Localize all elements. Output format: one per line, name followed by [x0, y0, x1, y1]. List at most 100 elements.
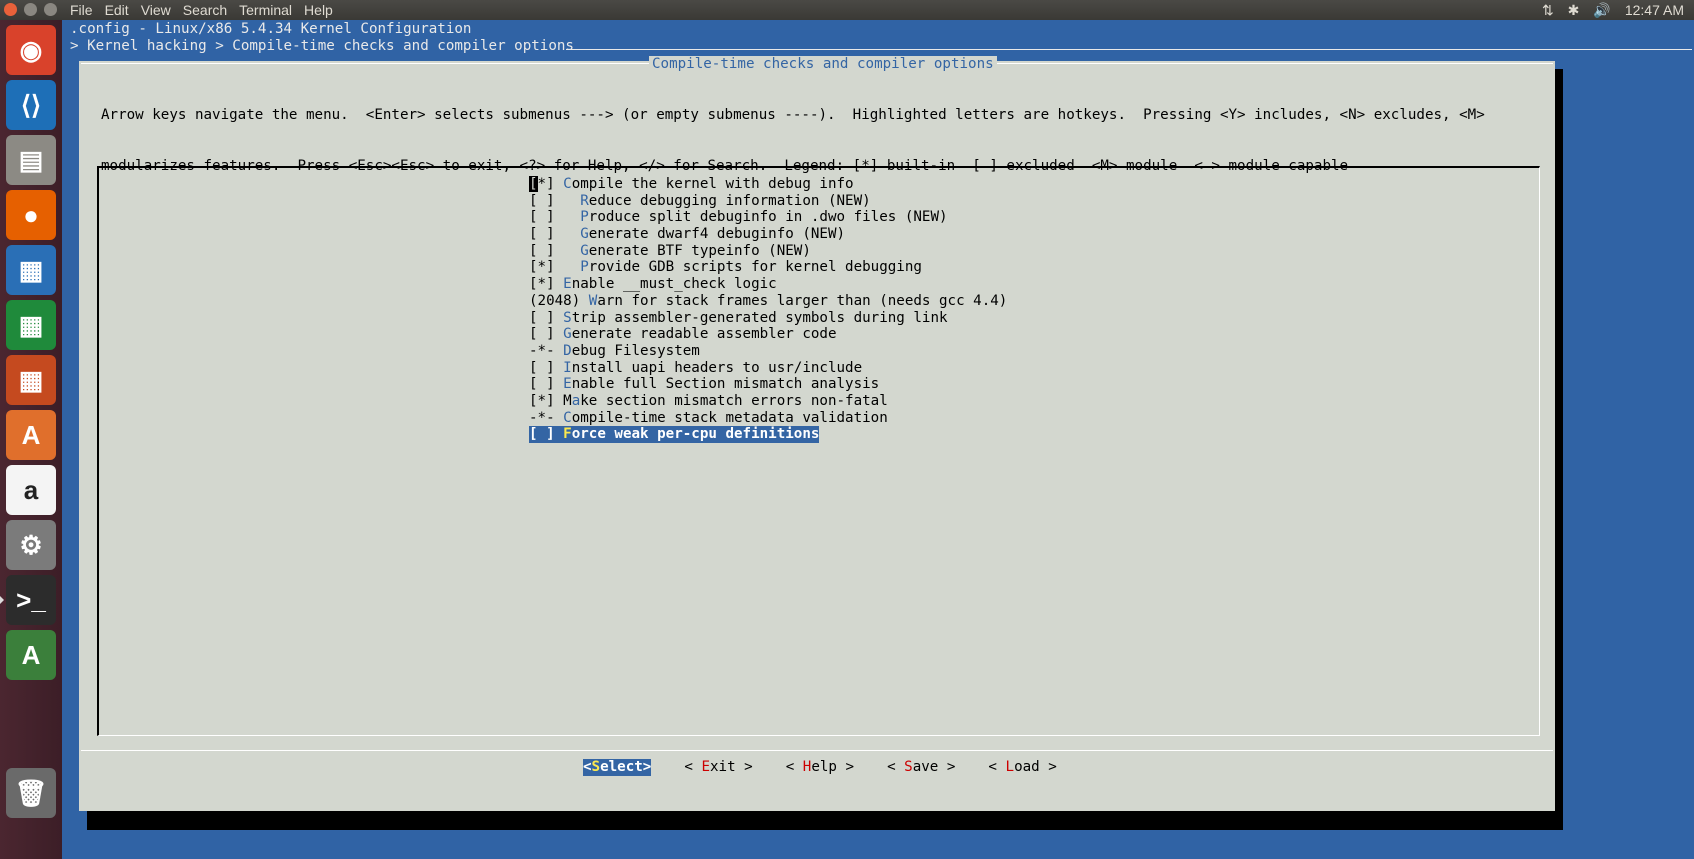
breadcrumb-rule	[566, 49, 1692, 50]
menu-help[interactable]: Help	[304, 1, 333, 19]
button-bracket: <	[887, 759, 905, 775]
option-label: trip assembler-generated symbols during …	[571, 309, 948, 326]
hotkey-letter: S	[591, 759, 601, 775]
menu-terminal[interactable]: Terminal	[239, 1, 292, 19]
option-label: enerate BTF typeinfo (NEW)	[588, 242, 811, 259]
window-close-button[interactable]	[4, 3, 17, 16]
menu-file[interactable]: File	[70, 1, 93, 19]
option-item[interactable]: [ ] Reduce debugging information (NEW)	[529, 193, 1007, 210]
hotkey-letter: E	[563, 376, 572, 393]
writer-icon[interactable]: ▦	[6, 245, 56, 295]
option-state: [ ]	[529, 192, 581, 209]
menu-edit[interactable]: Edit	[105, 1, 129, 19]
option-label: rovide GDB scripts for kernel debugging	[588, 259, 922, 276]
option-state: [ ]	[529, 242, 581, 259]
option-label: enerate readable assembler code	[571, 326, 837, 343]
volume-icon[interactable]: 🔊	[1593, 1, 1610, 19]
option-item[interactable]: [*] Make section mismatch errors non-fat…	[529, 393, 1007, 410]
button-bar: <Select> < Exit > < Help > < Save > < Load >	[583, 759, 1090, 776]
option-item[interactable]: [ ] Generate dwarf4 debuginfo (NEW)	[529, 226, 1007, 243]
text-cursor: [	[529, 176, 538, 192]
option-item[interactable]: [ ] Generate BTF typeinfo (NEW)	[529, 243, 1007, 260]
option-item[interactable]: -*- Debug Filesystem	[529, 343, 1007, 360]
option-state: [ ]	[529, 326, 564, 343]
amazon-icon[interactable]: a	[6, 465, 56, 515]
option-label: nable full Section mismatch analysis	[571, 376, 880, 393]
load-button[interactable]: < Load >	[988, 759, 1056, 776]
hotkey-letter: S	[563, 309, 572, 326]
window-minimize-button[interactable]	[24, 3, 37, 16]
hotkey-letter: G	[580, 242, 589, 259]
option-state: [ ]	[529, 359, 564, 376]
config-title: .config - Linux/x86 5.4.34 Kernel Config…	[70, 21, 472, 37]
option-item[interactable]: [ ] Enable full Section mismatch analysi…	[529, 376, 1007, 393]
option-label: ompile the kernel with debug info	[571, 176, 854, 192]
firefox-icon[interactable]: ●	[6, 190, 56, 240]
hotkey-letter: C	[563, 176, 572, 192]
terminal-icon[interactable]: >_	[6, 575, 56, 625]
option-item[interactable]: [*] Enable __must_check logic	[529, 276, 1007, 293]
button-label: oad >	[1014, 759, 1057, 775]
help-button[interactable]: < Help >	[786, 759, 854, 776]
option-state: [*]	[529, 259, 581, 276]
options-list: [*] Compile the kernel with debug info[ …	[529, 176, 1007, 443]
option-item[interactable]: [*] Compile the kernel with debug info	[529, 176, 1007, 193]
option-label: nable __must_check logic	[571, 276, 777, 293]
top-menu-bar: File Edit View Search Terminal Help ⇅ ✱ …	[0, 0, 1694, 20]
hotkey-letter: E	[701, 759, 710, 775]
option-state: -*-	[529, 409, 564, 426]
button-label: elp >	[811, 759, 855, 775]
impress-icon[interactable]: ▦	[6, 355, 56, 405]
option-item[interactable]: [ ] Produce split debuginfo in .dwo file…	[529, 209, 1007, 226]
menuconfig-dialog: Compile-time checks and compiler options…	[79, 56, 1555, 811]
option-state: -*-	[529, 342, 564, 359]
network-icon[interactable]: ⇅	[1542, 1, 1554, 19]
option-item[interactable]: [ ] Install uapi headers to usr/include	[529, 360, 1007, 377]
hotkey-letter: a	[571, 392, 581, 409]
option-item[interactable]: [*] Provide GDB scripts for kernel debug…	[529, 259, 1007, 276]
dialog-shadow	[1555, 69, 1563, 830]
option-item[interactable]: -*- Compile-time stack metadata validati…	[529, 410, 1007, 427]
system-tray: ⇅ ✱ 🔊 12:47 AM	[1528, 1, 1684, 19]
vscode-icon[interactable]: ⟨⟩	[6, 80, 56, 130]
menu-search[interactable]: Search	[183, 1, 227, 19]
software-updater-icon[interactable]: A	[6, 630, 56, 680]
app-menu: File Edit View Search Terminal Help	[70, 1, 345, 19]
hotkey-letter: S	[904, 759, 913, 775]
option-item[interactable]: [ ] Generate readable assembler code	[529, 326, 1007, 343]
trash-icon[interactable]: 🗑	[6, 768, 56, 818]
system-settings-icon[interactable]: ⚙	[6, 520, 56, 570]
hotkey-letter: L	[1005, 759, 1015, 775]
option-label: ebug Filesystem	[571, 342, 700, 359]
option-item[interactable]: [ ] Strip assembler-generated symbols du…	[529, 310, 1007, 327]
button-label: xit >	[709, 759, 753, 775]
menu-view[interactable]: View	[141, 1, 171, 19]
software-center-icon[interactable]: A	[6, 410, 56, 460]
hotkey-letter: R	[580, 192, 589, 209]
select-button[interactable]: <Select>	[583, 759, 652, 776]
option-state: [ ]	[529, 376, 564, 393]
calc-icon[interactable]: ▦	[6, 300, 56, 350]
window-maximize-button[interactable]	[44, 3, 57, 16]
dialog-title: Compile-time checks and compiler options	[649, 56, 997, 73]
option-item[interactable]: (2048) Warn for stack frames larger than…	[529, 293, 1007, 310]
bluetooth-icon[interactable]: ✱	[1568, 1, 1580, 19]
running-indicator	[0, 596, 4, 604]
option-label: ke section mismatch errors non-fatal	[580, 392, 888, 409]
hotkey-letter: P	[580, 259, 589, 276]
option-state: [ ]	[529, 226, 581, 243]
clock[interactable]: 12:47 AM	[1625, 1, 1684, 19]
exit-button[interactable]: < Exit >	[684, 759, 752, 776]
option-label: orce weak per-cpu definitions	[571, 426, 820, 443]
option-state: (2048)	[529, 292, 589, 309]
ubuntu-dash-icon[interactable]: ◉	[6, 25, 56, 75]
files-icon[interactable]: ▤	[6, 135, 56, 185]
hotkey-letter: F	[563, 426, 572, 443]
option-item[interactable]: [ ] Force weak per-cpu definitions	[529, 426, 820, 443]
breadcrumb: > Kernel hacking > Compile-time checks a…	[70, 38, 574, 54]
option-label: roduce split debuginfo in .dwo files (NE…	[588, 209, 948, 226]
hotkey-letter: E	[563, 276, 572, 293]
dialog-shadow	[87, 811, 1563, 830]
button-bracket: <	[988, 759, 1006, 775]
save-button[interactable]: < Save >	[887, 759, 955, 776]
